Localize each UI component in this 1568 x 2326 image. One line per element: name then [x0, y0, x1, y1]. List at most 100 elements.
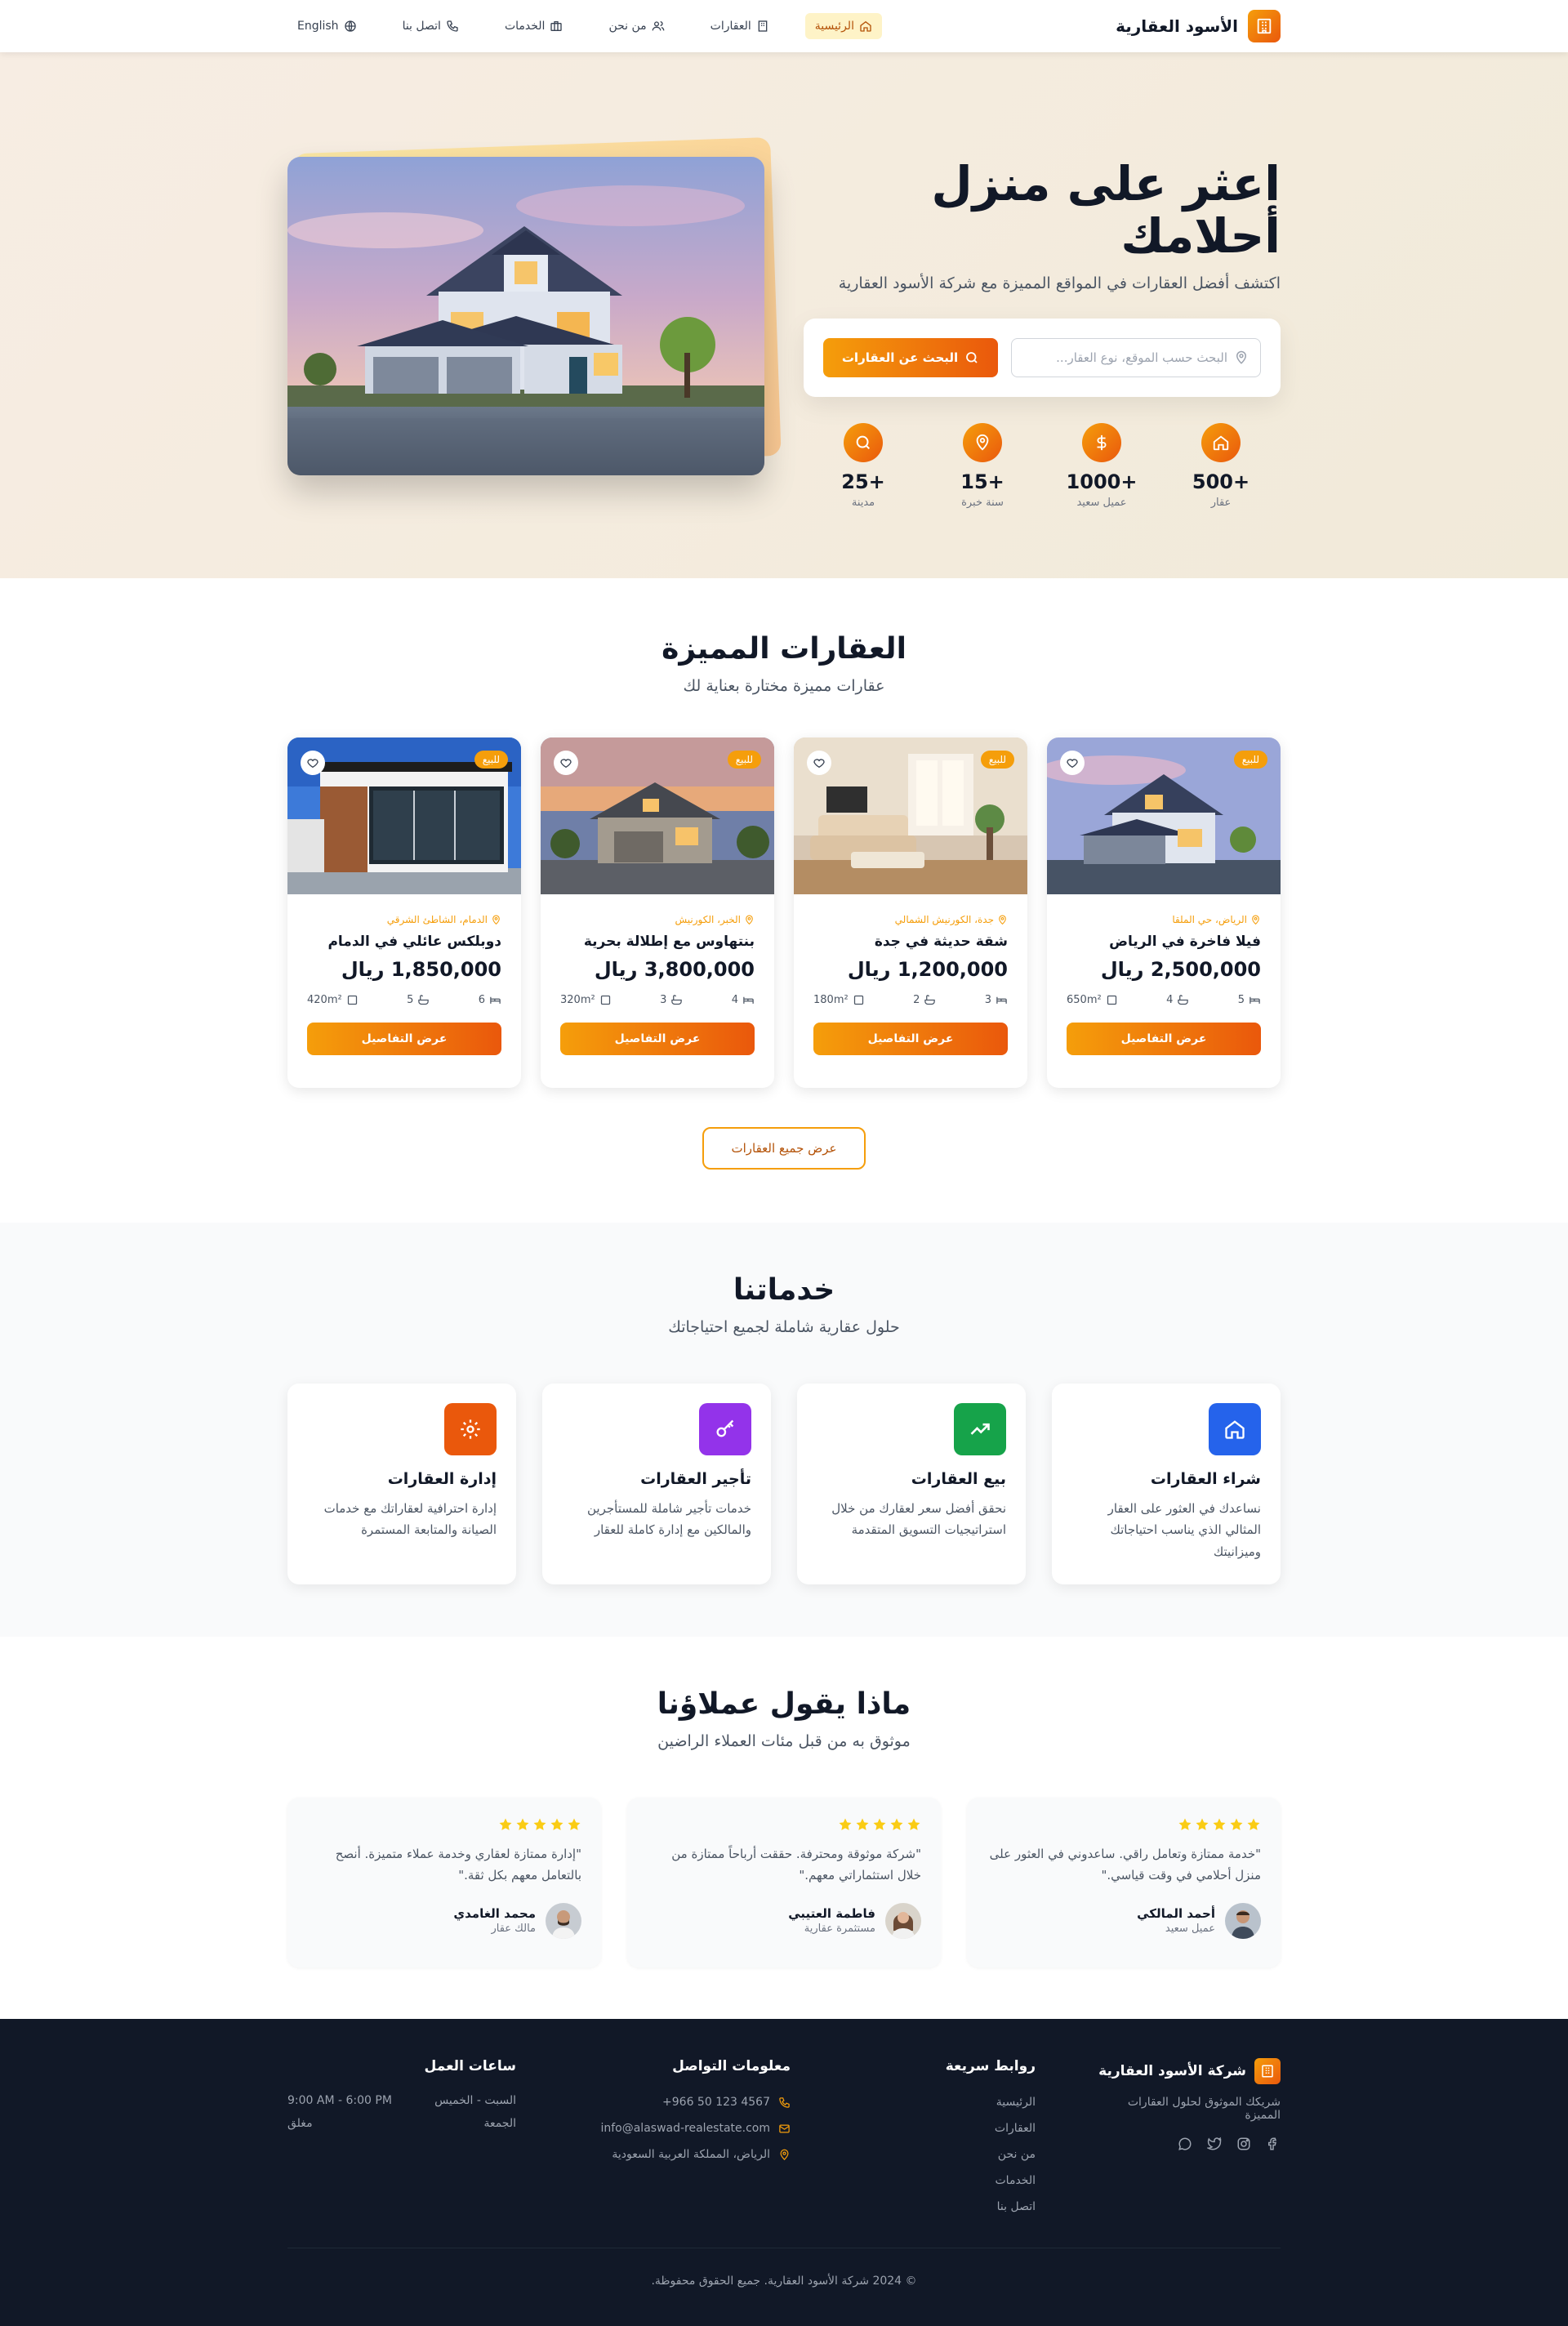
nav-item-about[interactable]: من نحن — [599, 13, 674, 39]
heart-icon[interactable] — [554, 751, 578, 775]
featured-subtitle: عقارات مميزة مختارة بعناية لك — [683, 677, 885, 695]
star-icon — [550, 1818, 564, 1830]
service-description: خدمات تأجير شاملة للمستأجرين والمالكين م… — [586, 1501, 751, 1538]
home-icon — [860, 20, 871, 32]
property-location: جدة، الكورنيش الشمالي — [813, 914, 1008, 925]
featured-section: العقارات المميزة عقارات مميزة مختارة بعن… — [0, 578, 1568, 1223]
heart-icon[interactable] — [807, 751, 831, 775]
area-value: 320m² — [560, 994, 595, 1006]
property-card[interactable]: للبيع الخبر، الكورنيش بنتهاوس مع إطلالة … — [541, 737, 774, 1088]
area-value: 180m² — [813, 994, 849, 1006]
service-card[interactable]: تأجير العقارات خدمات تأجير شاملة للمستأج… — [542, 1384, 771, 1584]
star-icon — [907, 1818, 920, 1830]
baths-value: 2 — [913, 994, 920, 1006]
nav-item-services[interactable]: الخدمات — [495, 13, 573, 39]
phone-icon — [447, 20, 458, 32]
search-placeholder: البحث حسب الموقع، نوع العقار... — [1056, 350, 1227, 365]
footer-brand-column: شركة الأسود العقارية شريكك الموثوق لحلول… — [1098, 2058, 1281, 2220]
stat-clients: 1000+ عميل سعيد — [1042, 422, 1161, 509]
testimonial-quote: "شركة موثوقة ومحترفة. حققت أرباحاً ممتاز… — [671, 1847, 921, 1883]
property-card[interactable]: للبيع الرياض، حي الملقا فيلا فاخرة في ال… — [1047, 737, 1281, 1088]
hours-day: السبت - الخميس — [434, 2094, 516, 2107]
details-button[interactable]: عرض التفاصيل — [307, 1023, 501, 1055]
testimonials-subtitle: موثوق به من قبل مئات العملاء الراضين — [657, 1732, 911, 1750]
search-button[interactable]: البحث عن العقارات — [823, 337, 998, 377]
services-subtitle: حلول عقارية شاملة لجميع احتياجاتك — [668, 1318, 900, 1336]
testimonial-person: فاطمة العتيبي مستثمرة عقارية — [647, 1902, 921, 1939]
bed-icon — [743, 996, 754, 1004]
nav-item-properties[interactable]: العقارات — [701, 13, 779, 39]
address-value: الرياض، المملكة العربية السعودية — [612, 2148, 770, 2161]
testimonial-person: محمد الغامدي مالك عقار — [307, 1902, 581, 1939]
footer-link-properties[interactable]: العقارات — [853, 2115, 1036, 2141]
bed-icon — [1250, 996, 1260, 1004]
area-value: 650m² — [1067, 994, 1102, 1006]
star-icon — [873, 1818, 886, 1830]
language-switch[interactable]: English — [287, 13, 367, 39]
property-location: الدمام، الشاطئ الشرقي — [307, 914, 501, 925]
service-card[interactable]: شراء العقارات نساعدك في العثور على العقا… — [1052, 1384, 1281, 1584]
details-button[interactable]: عرض التفاصيل — [1067, 1023, 1261, 1055]
hours-row: الجمعة مغلق — [287, 2112, 516, 2135]
social-links — [1098, 2137, 1281, 2151]
hero-image-wrapper — [287, 136, 782, 475]
building-icon — [758, 20, 768, 32]
facebook-icon[interactable] — [1266, 2137, 1281, 2151]
rating-stars — [647, 1817, 921, 1832]
property-title: فيلا فاخرة في الرياض — [1109, 934, 1261, 950]
footer-link-contact[interactable]: اتصل بنا — [853, 2194, 1036, 2220]
footer-tagline: شريكك الموثوق لحلول العقارات المميزة — [1127, 2096, 1281, 2122]
star-icon — [890, 1818, 903, 1830]
instagram-icon[interactable] — [1236, 2137, 1251, 2151]
service-card[interactable]: بيع العقارات نحقق أفضل سعر لعقارك من خلا… — [797, 1384, 1026, 1584]
hours-day: الجمعة — [483, 2117, 516, 2130]
brand[interactable]: الأسود العقارية — [1116, 10, 1281, 42]
testimonial-name: أحمد المالكي — [1137, 1906, 1215, 1921]
hero-section: اعثر على منزل أحلامك اكتشف أفضل العقارات… — [0, 52, 1568, 578]
nav-item-contact[interactable]: اتصل بنا — [393, 13, 469, 39]
hours-row: السبت - الخميس 9:00 AM - 6:00 PM — [287, 2089, 516, 2112]
service-title: شراء العقارات — [1150, 1470, 1261, 1488]
hours-time: مغلق — [287, 2117, 313, 2130]
area-icon — [853, 995, 863, 1005]
testimonial-card: "خدمة ممتازة وتعامل راقي. ساعدوني في الع… — [967, 1798, 1281, 1967]
testimonial-role: مستثمرة عقارية — [804, 1923, 875, 1935]
bath-icon — [924, 995, 936, 1005]
baths: 5 — [407, 994, 430, 1006]
service-card[interactable]: إدارة العقارات إدارة احترافية لعقاراتك م… — [287, 1384, 516, 1584]
star-icon — [533, 1818, 546, 1830]
star-icon — [856, 1818, 869, 1830]
map-pin-icon — [492, 915, 500, 925]
property-features: 3 2 180m² — [813, 994, 1008, 1006]
property-card[interactable]: للبيع الدمام، الشاطئ الشرقي دوبلكس عائلي… — [287, 737, 521, 1088]
nav-item-home[interactable]: الرئيسية — [804, 13, 882, 39]
contact-phone[interactable]: +966 50 123 4567 — [578, 2089, 791, 2115]
contact-email[interactable]: info@alaswad-realestate.com — [578, 2115, 791, 2141]
map-pin-icon — [780, 2149, 789, 2160]
hero-house-image — [287, 157, 764, 475]
chat-icon[interactable] — [1178, 2137, 1192, 2151]
property-card[interactable]: للبيع جدة، الكورنيش الشمالي شقة حديثة في… — [794, 737, 1027, 1088]
heart-icon[interactable] — [1060, 751, 1085, 775]
home-icon — [1209, 1403, 1261, 1455]
star-icon — [499, 1818, 512, 1830]
footer-brand-name: شركة الأسود العقارية — [1098, 2063, 1246, 2079]
testimonial-person: أحمد المالكي عميل سعيد — [987, 1902, 1261, 1939]
property-title: دوبلكس عائلي في الدمام — [327, 934, 501, 950]
footer-link-services[interactable]: الخدمات — [853, 2168, 1036, 2194]
footer-link-home[interactable]: الرئيسية — [853, 2089, 1036, 2115]
building-icon — [1254, 2058, 1281, 2084]
details-button[interactable]: عرض التفاصيل — [813, 1023, 1008, 1055]
heart-icon[interactable] — [301, 751, 325, 775]
mail-icon — [779, 2124, 790, 2132]
details-button[interactable]: عرض التفاصيل — [560, 1023, 755, 1055]
view-all-properties-button[interactable]: عرض جميع العقارات — [702, 1127, 866, 1170]
baths: 2 — [913, 994, 936, 1006]
service-cards: شراء العقارات نساعدك في العثور على العقا… — [287, 1384, 1281, 1584]
search-input[interactable]: البحث حسب الموقع، نوع العقار... — [1011, 337, 1261, 377]
property-image: للبيع — [1047, 737, 1281, 894]
beds-value: 6 — [478, 994, 485, 1006]
nav-item-label: الرئيسية — [814, 20, 854, 33]
twitter-icon[interactable] — [1207, 2137, 1222, 2151]
footer-link-about[interactable]: من نحن — [853, 2141, 1036, 2168]
